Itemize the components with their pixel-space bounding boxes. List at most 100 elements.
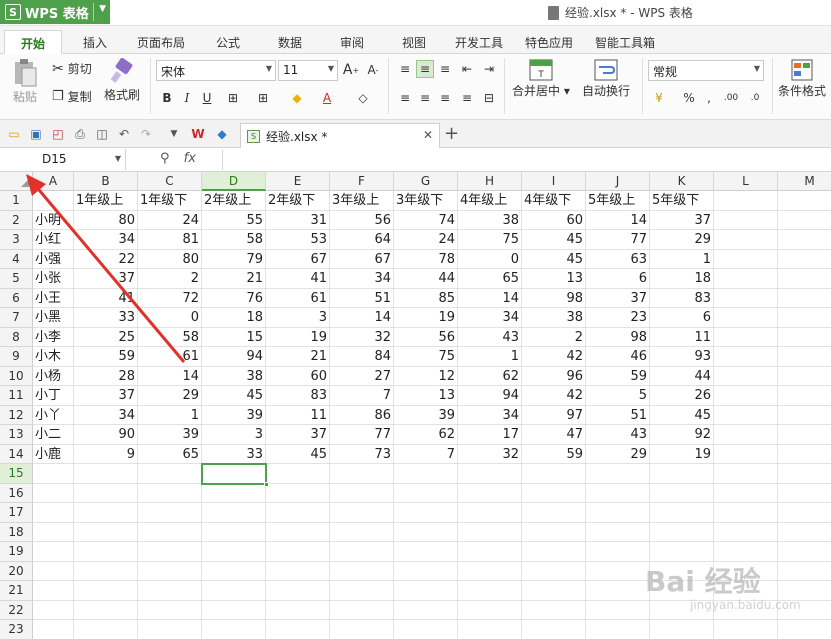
table-cell[interactable] (778, 620, 831, 639)
row-header[interactable]: 8 (0, 327, 33, 347)
table-cell[interactable]: 小李 (33, 327, 74, 347)
row-header[interactable]: 22 (0, 600, 33, 620)
table-cell[interactable] (522, 503, 586, 523)
row-header[interactable]: 1 (0, 191, 33, 211)
table-cell[interactable] (138, 620, 202, 639)
table-cell[interactable]: 43 (586, 425, 650, 445)
merge-center-button[interactable]: T 合并居中 ▾ (512, 58, 570, 99)
table-cell[interactable] (778, 289, 831, 308)
row-header[interactable]: 7 (0, 308, 33, 328)
table-cell[interactable] (394, 464, 458, 484)
table-cell[interactable]: 25 (74, 327, 138, 347)
chevron-down-icon[interactable]: ▼ (166, 126, 182, 142)
row-header[interactable]: 17 (0, 503, 33, 523)
table-cell[interactable]: 3 (202, 425, 266, 445)
table-cell[interactable]: 34 (74, 405, 138, 425)
italic-icon[interactable]: I (178, 89, 196, 107)
increase-decimal-icon[interactable]: .00 (722, 89, 740, 107)
zoom-icon[interactable]: ⚲ (160, 151, 170, 166)
table-cell[interactable] (394, 503, 458, 523)
table-cell[interactable]: 45 (522, 249, 586, 269)
row-header[interactable]: 16 (0, 483, 33, 503)
table-cell[interactable] (202, 561, 266, 581)
table-cell[interactable]: 24 (138, 210, 202, 230)
table-cell[interactable] (778, 347, 831, 367)
table-cell[interactable]: 小红 (33, 230, 74, 250)
table-cell[interactable]: 小鹿 (33, 444, 74, 464)
open-folder-icon[interactable]: ▭ (6, 126, 22, 142)
table-cell[interactable]: 53 (266, 230, 330, 250)
table-cell[interactable] (778, 269, 831, 289)
table-cell[interactable] (778, 523, 831, 542)
column-header-d[interactable]: D (202, 172, 266, 191)
table-cell[interactable] (522, 522, 586, 542)
table-cell[interactable]: 27 (330, 366, 394, 386)
table-cell[interactable]: 14 (586, 210, 650, 230)
table-cell[interactable]: 小强 (33, 249, 74, 269)
table-cell[interactable]: 11 (266, 405, 330, 425)
table-cell[interactable]: 小黑 (33, 308, 74, 328)
table-cell[interactable] (330, 581, 394, 601)
table-cell[interactable] (586, 483, 650, 503)
document-tab[interactable]: S 经验.xlsx * ✕ (240, 123, 440, 148)
table-cell[interactable]: 4年级上 (458, 191, 522, 211)
table-cell[interactable]: 29 (650, 230, 714, 250)
table-cell[interactable] (714, 366, 778, 386)
table-cell[interactable] (74, 620, 138, 639)
table-cell[interactable]: 34 (74, 230, 138, 250)
table-cell[interactable] (394, 561, 458, 581)
table-cell[interactable] (778, 211, 831, 230)
table-cell[interactable] (778, 367, 831, 386)
table-cell[interactable] (458, 464, 522, 484)
table-cell[interactable] (266, 522, 330, 542)
table-cell[interactable] (650, 483, 714, 503)
cut-button[interactable]: ✂ 剪切 (52, 60, 92, 77)
select-all-corner[interactable] (0, 172, 33, 191)
table-cell[interactable] (394, 483, 458, 503)
table-cell[interactable]: 97 (522, 405, 586, 425)
font-color-icon[interactable]: A (318, 89, 336, 107)
wrap-text-button[interactable]: 自动换行 (582, 58, 630, 99)
clear-format-icon[interactable]: ◇ (354, 89, 372, 107)
table-cell[interactable] (330, 503, 394, 523)
table-cell[interactable]: 86 (330, 405, 394, 425)
table-cell[interactable] (266, 542, 330, 562)
row-header[interactable]: 6 (0, 288, 33, 308)
table-cell[interactable]: 24 (394, 230, 458, 250)
table-cell[interactable]: 60 (266, 366, 330, 386)
table-cell[interactable]: 小木 (33, 347, 74, 367)
tab-developer[interactable]: 开发工具 (446, 30, 512, 54)
row-header[interactable]: 9 (0, 347, 33, 367)
table-cell[interactable]: 17 (458, 425, 522, 445)
table-cell[interactable] (778, 425, 831, 445)
column-header-m[interactable]: M (778, 172, 831, 191)
column-header-k[interactable]: K (650, 172, 714, 191)
table-cell[interactable] (458, 600, 522, 620)
table-cell[interactable] (33, 483, 74, 503)
table-cell[interactable] (33, 542, 74, 562)
cube-icon[interactable]: ◆ (214, 126, 230, 142)
table-cell[interactable] (330, 542, 394, 562)
table-cell[interactable] (714, 327, 778, 347)
table-cell[interactable]: 64 (330, 230, 394, 250)
table-cell[interactable] (74, 522, 138, 542)
table-cell[interactable] (202, 483, 266, 503)
column-header-b[interactable]: B (74, 172, 138, 191)
table-cell[interactable] (458, 483, 522, 503)
table-cell[interactable] (778, 328, 831, 347)
table-cell[interactable] (33, 522, 74, 542)
table-cell[interactable] (714, 210, 778, 230)
tab-home[interactable]: 开始 (4, 30, 62, 54)
bold-icon[interactable]: B (158, 89, 176, 107)
table-cell[interactable]: 61 (266, 288, 330, 308)
row-header[interactable]: 4 (0, 249, 33, 269)
table-cell[interactable] (714, 503, 778, 523)
table-cell[interactable]: 78 (394, 249, 458, 269)
table-cell[interactable]: 38 (458, 210, 522, 230)
table-cell[interactable]: 61 (138, 347, 202, 367)
table-cell[interactable] (138, 542, 202, 562)
table-cell[interactable] (138, 522, 202, 542)
fill-color-icon[interactable]: ◆ (288, 89, 306, 107)
table-cell[interactable]: 65 (138, 444, 202, 464)
conditional-format-button[interactable]: 条件格式 (778, 58, 826, 99)
